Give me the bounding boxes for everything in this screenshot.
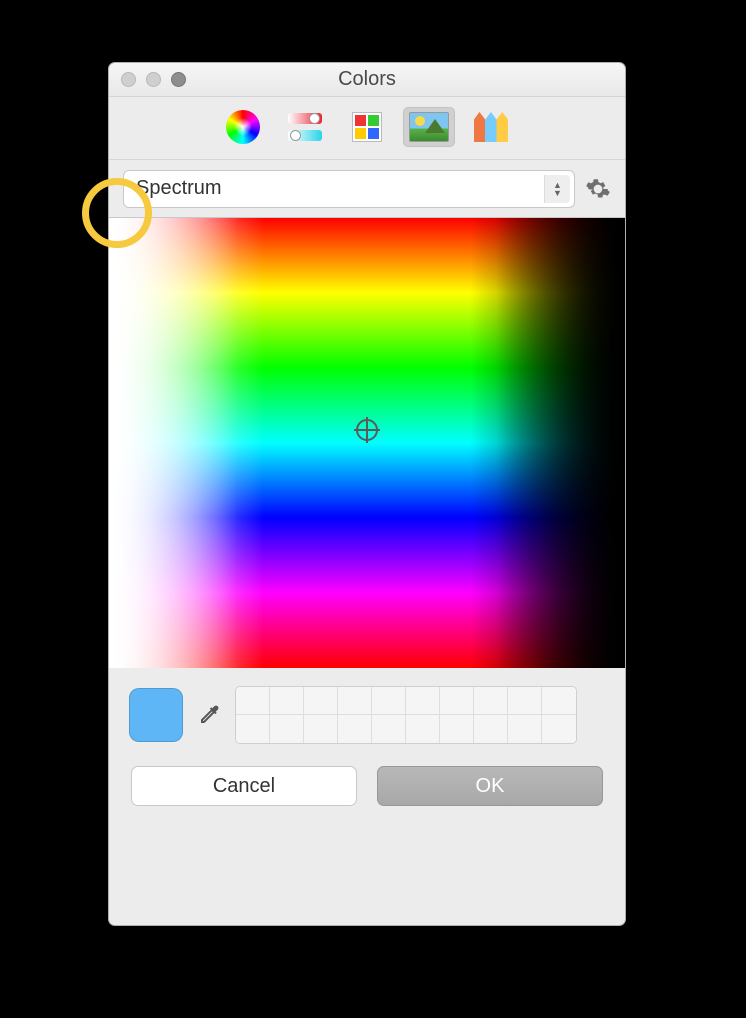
swatch-slot[interactable] bbox=[270, 687, 304, 715]
swatch-slot[interactable] bbox=[236, 715, 270, 743]
swatch-grid bbox=[235, 686, 577, 744]
palette-icon bbox=[352, 112, 382, 142]
swatches-row bbox=[109, 668, 625, 758]
swatch-slot[interactable] bbox=[440, 715, 474, 743]
ok-button[interactable]: OK bbox=[377, 766, 603, 806]
picker-mode-toolbar bbox=[109, 97, 625, 160]
swatch-slot[interactable] bbox=[406, 687, 440, 715]
swatch-slot[interactable] bbox=[270, 715, 304, 743]
cancel-button[interactable]: Cancel bbox=[131, 766, 357, 806]
swatch-slot[interactable] bbox=[440, 687, 474, 715]
color-wheel-icon bbox=[226, 110, 260, 144]
swatch-slot[interactable] bbox=[338, 715, 372, 743]
swatch-slot[interactable] bbox=[542, 715, 576, 743]
swatch-slot[interactable] bbox=[304, 715, 338, 743]
mode-color-sliders[interactable] bbox=[279, 107, 331, 147]
minimize-window-button[interactable] bbox=[146, 72, 161, 87]
updown-arrows-icon: ▲▼ bbox=[544, 175, 570, 203]
titlebar: Colors bbox=[109, 63, 625, 97]
palette-dropdown-value: Spectrum bbox=[136, 177, 222, 200]
swatch-slot[interactable] bbox=[236, 687, 270, 715]
eyedropper-icon[interactable] bbox=[197, 703, 221, 727]
swatch-slot[interactable] bbox=[372, 715, 406, 743]
window-title: Colors bbox=[109, 68, 625, 91]
window-controls bbox=[121, 72, 186, 87]
crayons-icon bbox=[474, 112, 508, 142]
crosshair-icon bbox=[356, 419, 378, 441]
mode-crayons[interactable] bbox=[465, 107, 517, 147]
image-icon bbox=[409, 112, 449, 142]
swatch-slot[interactable] bbox=[508, 687, 542, 715]
mode-image-palettes[interactable] bbox=[403, 107, 455, 147]
dialog-buttons: Cancel OK bbox=[109, 758, 625, 826]
close-window-button[interactable] bbox=[121, 72, 136, 87]
swatch-slot[interactable] bbox=[474, 715, 508, 743]
mode-color-wheel[interactable] bbox=[217, 107, 269, 147]
gear-icon[interactable] bbox=[585, 176, 611, 202]
sliders-icon bbox=[288, 113, 322, 141]
zoom-window-button[interactable] bbox=[171, 72, 186, 87]
swatch-slot[interactable] bbox=[338, 687, 372, 715]
swatch-slot[interactable] bbox=[508, 715, 542, 743]
palette-dropdown[interactable]: Spectrum ▲▼ bbox=[123, 170, 575, 208]
palette-select-strip: Spectrum ▲▼ bbox=[109, 160, 625, 218]
mode-color-palettes[interactable] bbox=[341, 107, 393, 147]
swatch-slot[interactable] bbox=[372, 687, 406, 715]
spectrum-picker[interactable] bbox=[109, 218, 625, 668]
colors-panel: Colors Spectrum ▲▼ bbox=[108, 62, 626, 926]
current-color-swatch[interactable] bbox=[129, 688, 183, 742]
swatch-slot[interactable] bbox=[406, 715, 440, 743]
swatch-slot[interactable] bbox=[304, 687, 338, 715]
swatch-slot[interactable] bbox=[542, 687, 576, 715]
swatch-slot[interactable] bbox=[474, 687, 508, 715]
